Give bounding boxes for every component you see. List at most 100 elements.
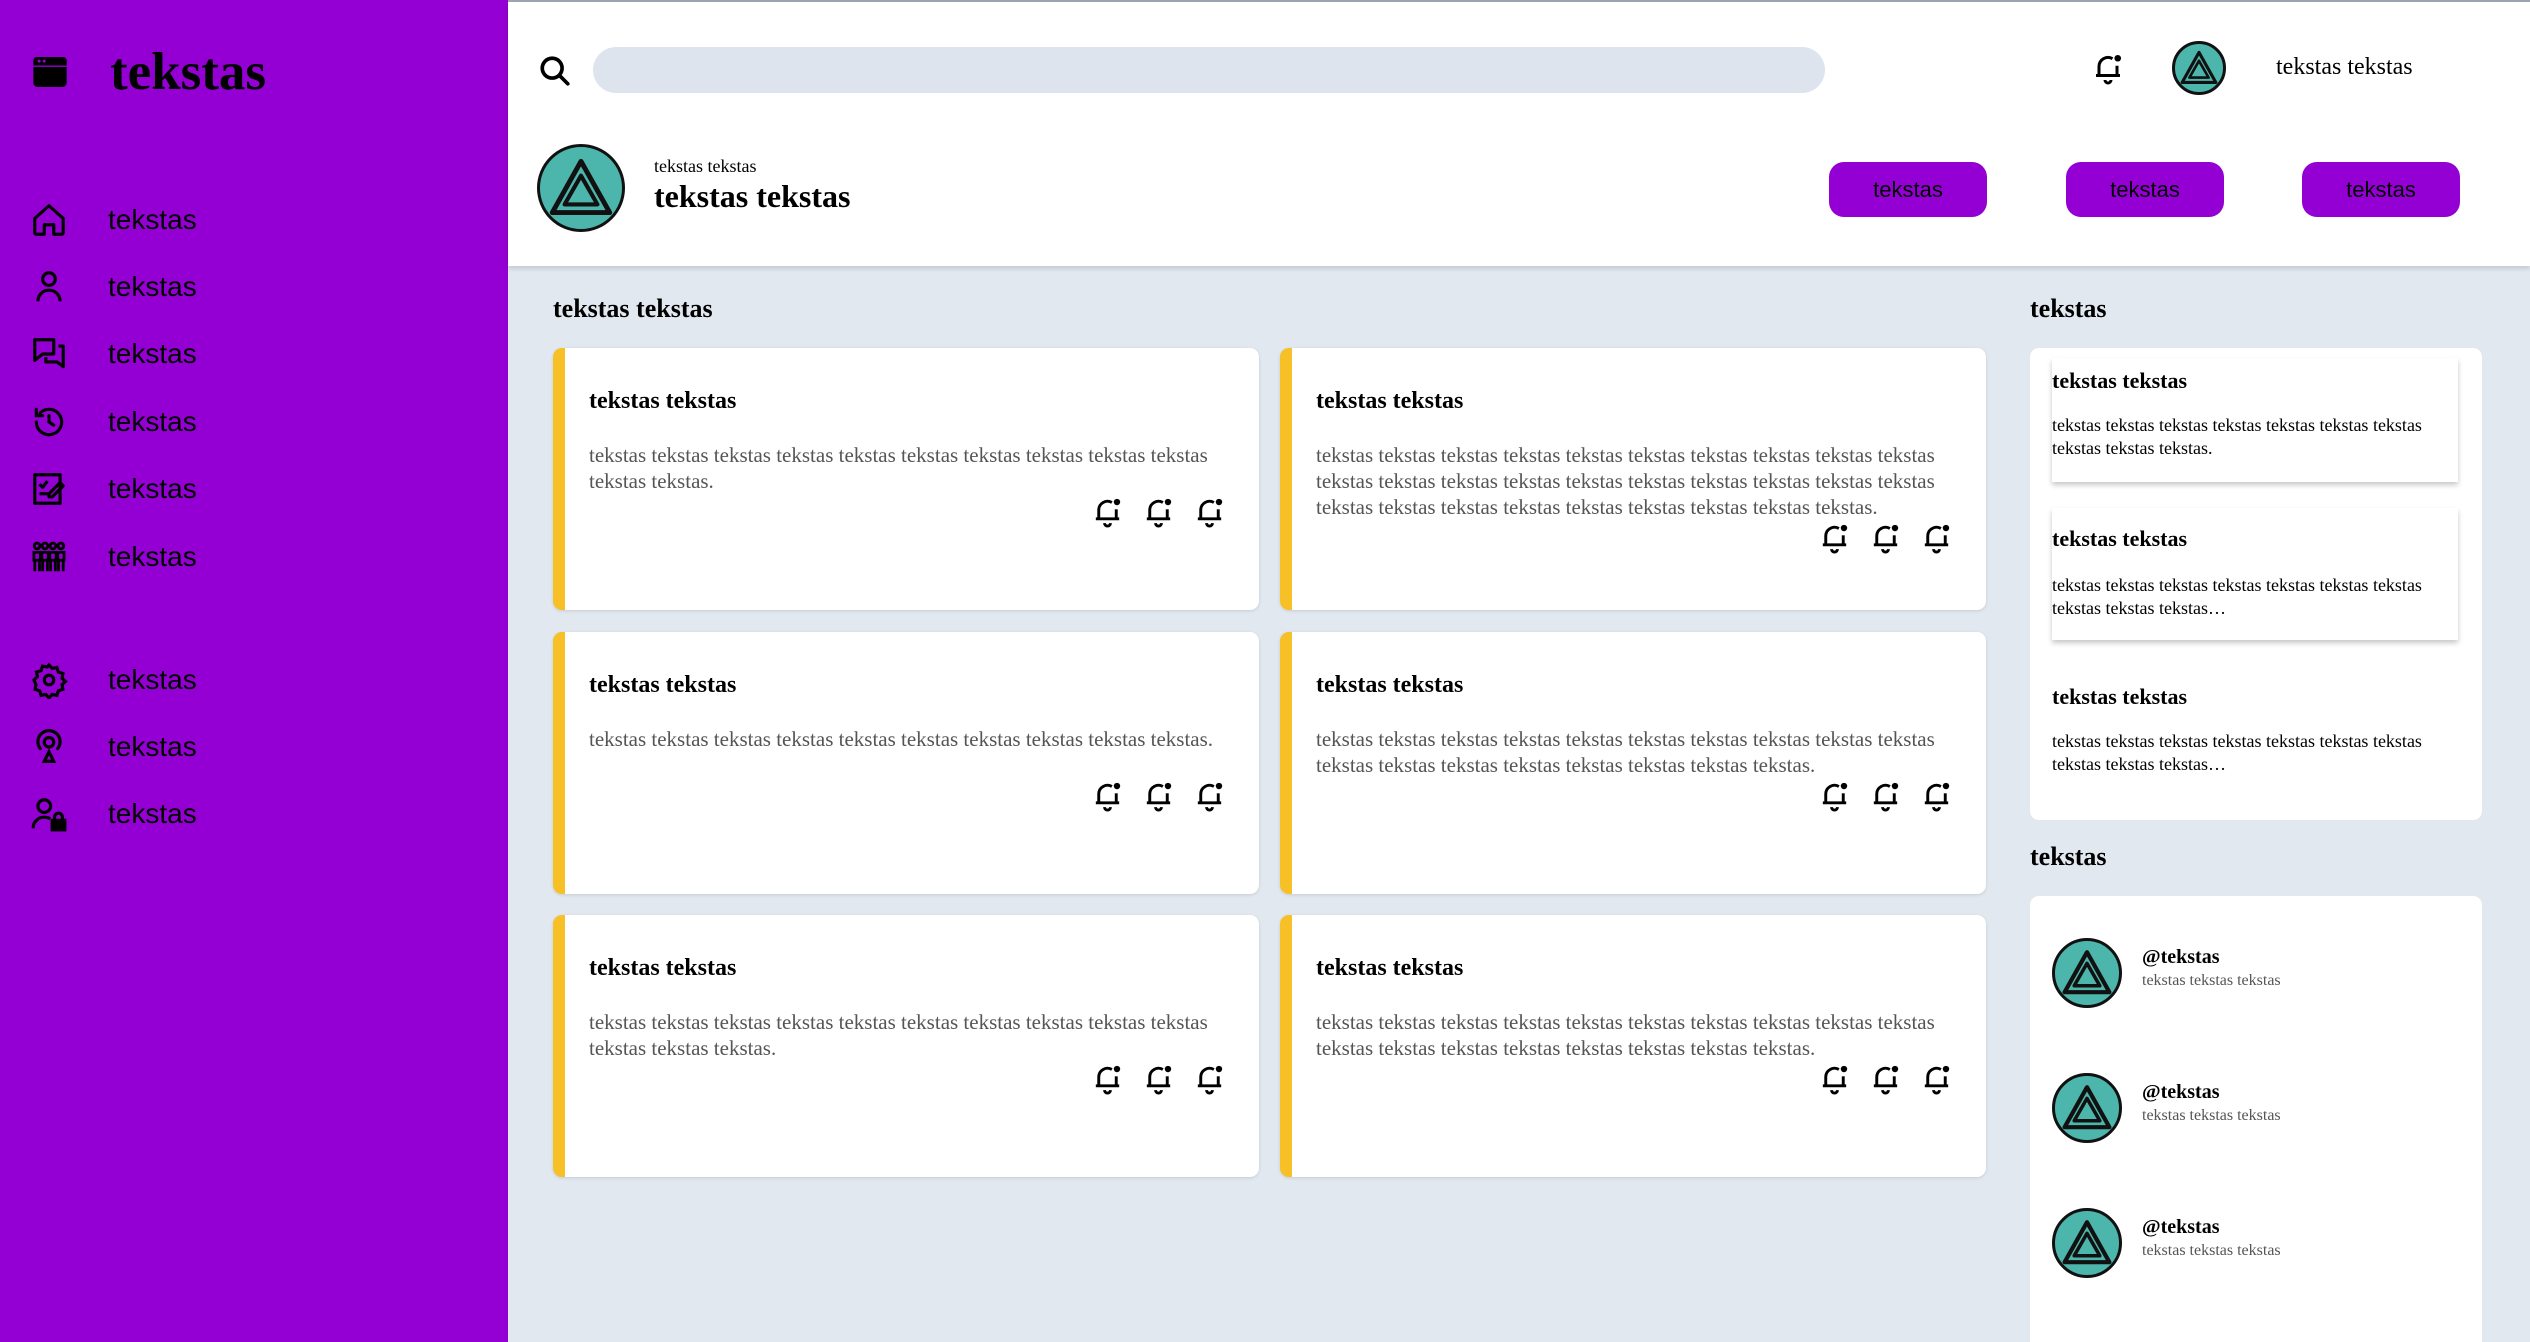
search-icon[interactable] <box>538 54 572 88</box>
card-title: tekstas tekstas <box>1316 955 1464 981</box>
card-actions <box>1090 494 1227 529</box>
bell-icon[interactable] <box>1192 1061 1227 1096</box>
announcements-panel: tekstas tekstas tekstas tekstas tekstas … <box>2030 348 2482 820</box>
bell-icon[interactable] <box>1868 520 1903 555</box>
bell-icon[interactable] <box>1090 1061 1125 1096</box>
card-text: tekstas tekstas tekstas tekstas tekstas … <box>1316 727 1935 777</box>
sidebar-item-profile[interactable]: tekstas <box>30 261 197 313</box>
bell-icon[interactable] <box>1192 778 1227 813</box>
card-actions <box>1090 778 1227 813</box>
trending-subtitle: tekstas tekstas tekstas <box>2142 1107 2281 1124</box>
projects-title: tekstas tekstas <box>553 294 713 323</box>
bell-icon[interactable] <box>1141 494 1176 529</box>
bell-icon[interactable] <box>1817 520 1852 555</box>
sidebar-item-label: tekstas <box>108 406 197 437</box>
sidebar: tekstas tekstas tekstas tekstas tekstas … <box>0 0 508 1342</box>
announcement-text: tekstas tekstas tekstas tekstas tekstas … <box>2052 731 2422 774</box>
bell-icon[interactable] <box>1090 778 1125 813</box>
sidebar-item-settings[interactable]: tekstas <box>30 654 197 706</box>
card-actions <box>1090 1061 1227 1096</box>
trending-handle: @tekstas <box>2142 946 2220 968</box>
header-button-1[interactable]: tekstas <box>1829 162 1987 217</box>
sidebar-item-label: tekstas <box>108 541 197 572</box>
user-icon <box>36 271 62 302</box>
card-actions <box>1817 520 1954 555</box>
header-button-2[interactable]: tekstas <box>2066 162 2224 217</box>
history-icon <box>34 407 64 437</box>
trending-subtitle: tekstas tekstas tekstas <box>2142 1242 2281 1259</box>
trending-item[interactable]: @tekstas tekstas tekstas tekstas <box>2052 1073 2452 1143</box>
sidebar-item-home[interactable]: tekstas <box>30 194 197 246</box>
announcement-item[interactable]: tekstas tekstas tekstas tekstas tekstas … <box>2052 508 2458 640</box>
bell-icon[interactable] <box>2090 50 2126 86</box>
trending-item[interactable]: @tekstas tekstas tekstas tekstas <box>2052 1208 2452 1278</box>
trending-subtitle: tekstas tekstas tekstas <box>2142 972 2281 989</box>
announcement-item[interactable]: tekstas tekstas tekstas tekstas tekstas … <box>2052 666 2458 798</box>
avatar[interactable] <box>2172 41 2226 95</box>
sidebar-item-label: tekstas <box>108 798 197 829</box>
announcement-text: tekstas tekstas tekstas tekstas tekstas … <box>2052 575 2422 618</box>
announcement-text: tekstas tekstas tekstas tekstas tekstas … <box>2052 415 2422 458</box>
card-title: tekstas tekstas <box>589 672 737 698</box>
bell-icon[interactable] <box>1817 1061 1852 1096</box>
card-text: tekstas tekstas tekstas tekstas tekstas … <box>1316 443 1935 519</box>
trending-item[interactable]: @tekstas tekstas tekstas tekstas <box>2052 938 2452 1008</box>
bell-icon[interactable] <box>1868 778 1903 813</box>
project-card: tekstas tekstas tekstas tekstas tekstas … <box>1280 348 1986 610</box>
triangle-logo-icon <box>2062 1085 2112 1130</box>
bell-icon[interactable] <box>1090 494 1125 529</box>
profile-avatar <box>537 144 625 232</box>
profile-greeting: tekstas tekstas <box>654 156 757 176</box>
brand[interactable]: tekstas <box>30 36 266 108</box>
sidebar-item-groups[interactable]: tekstas <box>30 531 197 583</box>
user-name[interactable]: tekstas tekstas <box>2276 54 2413 81</box>
card-title: tekstas tekstas <box>1316 672 1464 698</box>
avatar <box>2052 1208 2122 1278</box>
group-icon <box>32 541 66 572</box>
home-icon <box>33 204 65 236</box>
sidebar-item-label: tekstas <box>108 204 197 235</box>
trending-handle: @tekstas <box>2142 1081 2220 1103</box>
user-lock-icon <box>31 798 67 832</box>
card-text: tekstas tekstas tekstas tekstas tekstas … <box>589 443 1208 493</box>
search-input[interactable] <box>593 47 1825 93</box>
sidebar-item-label: tekstas <box>108 271 197 302</box>
sidebar-item-support[interactable]: tekstas <box>30 721 197 773</box>
sidebar-item-messages[interactable]: tekstas <box>30 328 197 380</box>
chat-icon <box>33 338 65 369</box>
project-card: tekstas tekstas tekstas tekstas tekstas … <box>553 632 1259 894</box>
announcement-item[interactable]: tekstas tekstas tekstas tekstas tekstas … <box>2052 358 2458 482</box>
project-card: tekstas tekstas tekstas tekstas tekstas … <box>553 348 1259 610</box>
bell-icon[interactable] <box>1919 1061 1954 1096</box>
bell-icon[interactable] <box>1141 778 1176 813</box>
brand-title: tekstas <box>110 43 267 101</box>
triangle-logo-icon <box>2180 50 2218 84</box>
card-title: tekstas tekstas <box>1316 388 1464 414</box>
card-title: tekstas tekstas <box>589 955 737 981</box>
project-card: tekstas tekstas tekstas tekstas tekstas … <box>1280 632 1986 894</box>
announcement-title: tekstas tekstas <box>2052 368 2188 393</box>
card-actions <box>1817 1061 1954 1096</box>
card-actions <box>1817 778 1954 813</box>
bell-icon[interactable] <box>1919 520 1954 555</box>
triangle-logo-icon <box>2062 950 2112 995</box>
bell-icon[interactable] <box>1192 494 1227 529</box>
avatar <box>2052 1073 2122 1143</box>
announcement-title: tekstas tekstas <box>2052 684 2188 709</box>
sidebar-item-history[interactable]: tekstas <box>30 396 197 448</box>
sidebar-item-security[interactable]: tekstas <box>30 788 197 840</box>
bell-icon[interactable] <box>1919 778 1954 813</box>
header-button-3[interactable]: tekstas <box>2302 162 2460 217</box>
bell-icon[interactable] <box>1817 778 1852 813</box>
sidebar-item-notes[interactable]: tekstas <box>30 463 197 515</box>
card-text: tekstas tekstas tekstas tekstas tekstas … <box>1316 1010 1935 1060</box>
bell-icon[interactable] <box>1868 1061 1903 1096</box>
app-window-icon <box>33 57 67 87</box>
bell-icon[interactable] <box>1141 1061 1176 1096</box>
sidebar-item-label: tekstas <box>108 664 197 695</box>
profile-name: tekstas tekstas <box>654 178 851 214</box>
header: tekstas tekstas tekstas tekstas tekstas … <box>508 2 2530 266</box>
trending-title: tekstas <box>2030 842 2107 871</box>
avatar <box>2052 938 2122 1008</box>
sidebar-item-label: tekstas <box>108 731 197 762</box>
